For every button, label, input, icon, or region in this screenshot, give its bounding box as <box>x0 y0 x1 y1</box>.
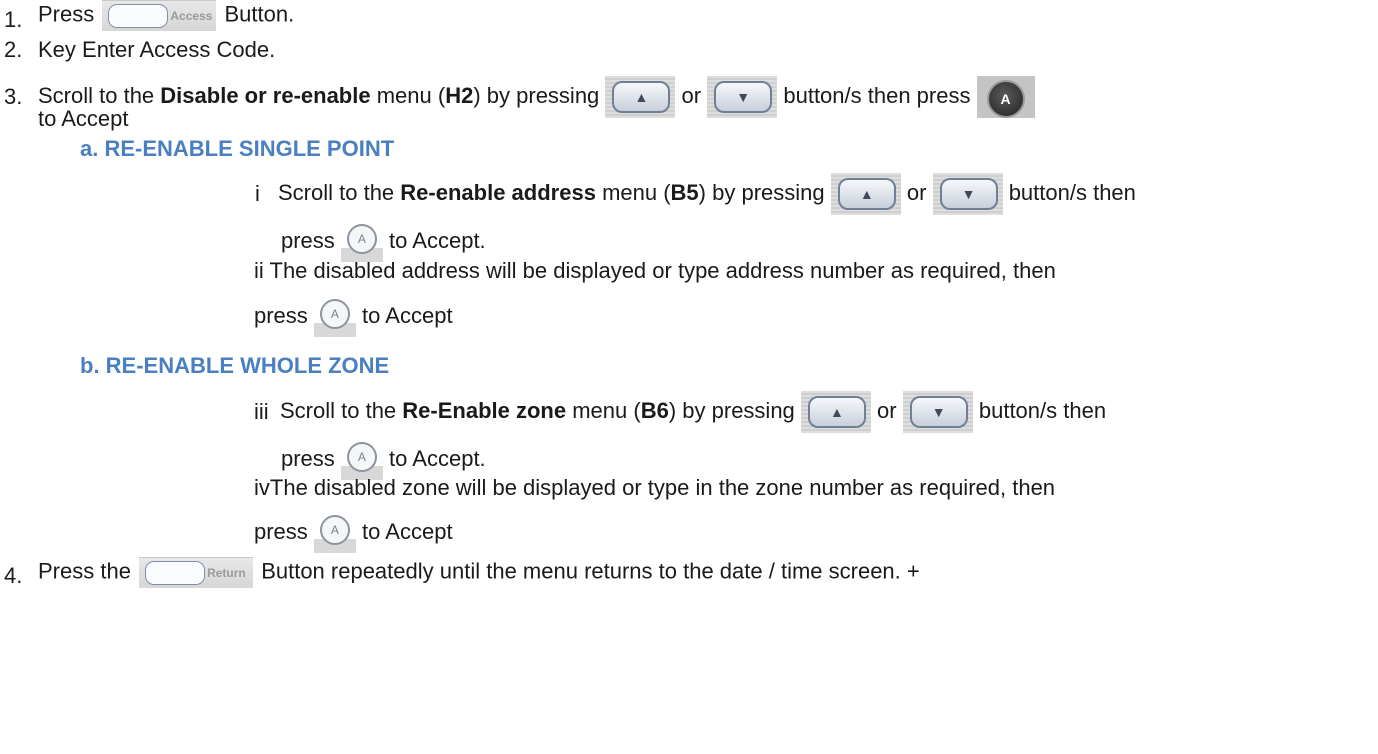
substep-iv-line-2: press A to Accept <box>254 513 453 553</box>
substep-i-line-1: Scroll to the Re-enable address menu (B5… <box>278 173 1136 215</box>
scroll-up-button-icon: ▲ <box>830 173 901 215</box>
menu-code-b5: B5 <box>670 179 699 205</box>
step-4-number: 4. <box>4 563 23 588</box>
step-1: Press Access Button. <box>38 0 294 31</box>
scroll-down-button-icon: ▼ <box>707 76 778 118</box>
scroll-down-button-icon: ▼ <box>902 391 973 433</box>
substep-i-line-2: press A to Accept. <box>281 222 486 262</box>
substep-iii-line-2: press A to Accept. <box>281 440 486 480</box>
accept-button-light-icon: A <box>340 222 383 262</box>
section-b-heading: b. RE-ENABLE WHOLE ZONE <box>80 353 390 378</box>
substep-i-number: i <box>255 181 260 206</box>
step-4: Press the Return Button repeatedly until… <box>38 557 920 588</box>
step-1-pre: Press <box>38 1 95 27</box>
accept-button-dark-icon: A <box>976 76 1035 118</box>
substep-ii-line-1: ii The disabled address will be displaye… <box>254 258 1056 283</box>
accept-button-light-icon: A <box>340 440 383 480</box>
substep-iv-number: iv <box>254 475 270 500</box>
step-2-number: 2. <box>4 37 23 62</box>
access-button-pill <box>108 4 169 28</box>
accept-button-light-icon: A <box>313 297 356 337</box>
re-enable-address-menu-name: Re-enable address <box>400 179 596 205</box>
scroll-up-button-icon: ▲ <box>800 391 871 433</box>
re-enable-zone-menu-name: Re-Enable zone <box>402 397 567 423</box>
return-button-pill <box>145 561 206 585</box>
substep-iv-line-1: ivThe disabled zone will be displayed or… <box>254 475 1056 500</box>
step-3-number: 3. <box>4 84 23 109</box>
scroll-down-button-icon: ▼ <box>932 173 1003 215</box>
disable-menu-name: Disable or re-enable <box>160 82 371 108</box>
step-3-line-2: to Accept <box>38 106 129 131</box>
section-a-heading: a. RE-ENABLE SINGLE POINT <box>80 136 395 161</box>
substep-ii-line-2: press A to Accept <box>254 297 453 337</box>
step-3-line-1: Scroll to the Disable or re-enable menu … <box>38 76 1035 118</box>
step-2: Key Enter Access Code. <box>38 37 276 62</box>
substep-iii-number: iii <box>254 399 269 424</box>
access-button-label: Access <box>170 9 213 23</box>
return-button-icon: Return <box>139 557 254 588</box>
step-1-number: 1. <box>4 7 23 32</box>
accept-button-light-icon: A <box>313 513 356 553</box>
return-button-label: Return <box>207 566 246 580</box>
menu-code-b6: B6 <box>640 397 669 423</box>
scroll-up-button-icon: ▲ <box>605 76 676 118</box>
access-button-icon: Access <box>102 0 217 31</box>
step-1-post: Button. <box>224 1 295 27</box>
substep-ii-number: ii <box>254 258 264 283</box>
menu-code-h2: H2 <box>445 82 474 108</box>
substep-iii-line-1: Scroll to the Re-Enable zone menu (B6) b… <box>280 391 1106 433</box>
